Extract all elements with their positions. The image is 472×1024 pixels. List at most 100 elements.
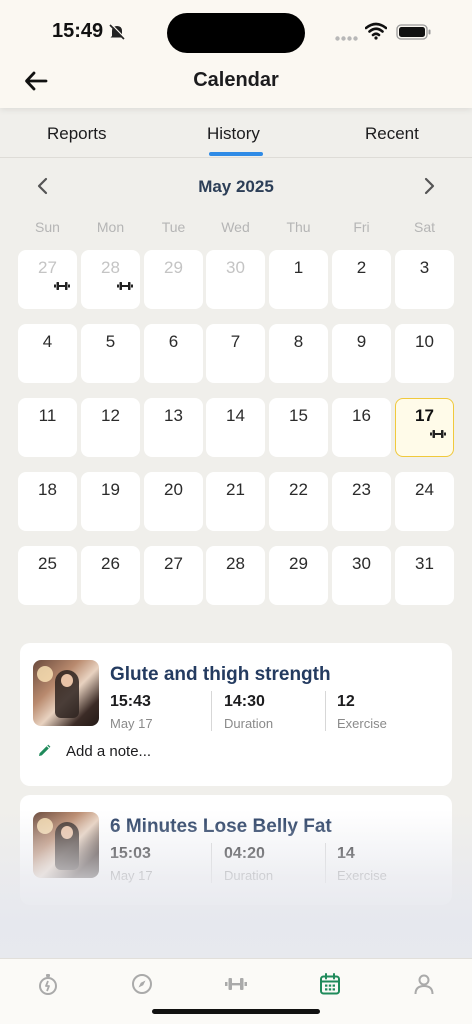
calendar-day[interactable]: 15 bbox=[269, 398, 328, 457]
calendar-day[interactable]: 5 bbox=[81, 324, 140, 383]
weekday-label: Fri bbox=[353, 219, 370, 235]
header: 15:49 Calendar bbox=[0, 0, 472, 108]
day-number: 1 bbox=[293, 258, 304, 277]
workout-time: 15:03 bbox=[110, 845, 151, 862]
workout-card[interactable]: Glute and thigh strength 15:43 May 17 14… bbox=[20, 643, 452, 786]
day-number: 30 bbox=[226, 258, 245, 277]
calendar-day[interactable]: 10 bbox=[395, 324, 454, 383]
day-number: 8 bbox=[293, 332, 304, 351]
calendar-day[interactable]: 23 bbox=[332, 472, 391, 531]
day-number: 27 bbox=[164, 554, 183, 573]
calendar-day[interactable]: 28 bbox=[81, 250, 140, 309]
calendar-day[interactable]: 2 bbox=[332, 250, 391, 309]
calendar-day[interactable]: 19 bbox=[81, 472, 140, 531]
calendar-day[interactable]: 1 bbox=[269, 250, 328, 309]
tab-bar: Reports History Recent bbox=[0, 108, 472, 158]
calendar-day[interactable]: 25 bbox=[18, 546, 77, 605]
wifi-icon bbox=[365, 22, 387, 40]
bottom-nav bbox=[0, 958, 472, 1024]
stopwatch-icon[interactable] bbox=[36, 972, 60, 996]
calendar-day[interactable]: 29 bbox=[144, 250, 203, 309]
bell-slash-icon bbox=[109, 23, 126, 40]
dumbbell-icon bbox=[430, 430, 446, 438]
calendar-day[interactable]: 31 bbox=[395, 546, 454, 605]
day-number: 7 bbox=[230, 332, 241, 351]
workout-title: 6 Minutes Lose Belly Fat bbox=[110, 816, 332, 837]
calendar-day[interactable]: 7 bbox=[206, 324, 265, 383]
day-number: 30 bbox=[352, 554, 371, 573]
page-title: Calendar bbox=[193, 69, 279, 91]
stat-divider bbox=[211, 691, 212, 731]
month-label: May 2025 bbox=[198, 177, 274, 196]
calendar-day[interactable]: 16 bbox=[332, 398, 391, 457]
weekday-label: Wed bbox=[221, 219, 250, 235]
day-number: 15 bbox=[289, 406, 308, 425]
weekday-label: Sat bbox=[413, 219, 435, 235]
calendar-day[interactable]: 21 bbox=[206, 472, 265, 531]
tab-recent[interactable]: Recent bbox=[365, 124, 419, 144]
exercise-count: 14 bbox=[337, 845, 355, 862]
day-number: 5 bbox=[105, 332, 116, 351]
calendar-day[interactable]: 29 bbox=[269, 546, 328, 605]
thumbnail-light bbox=[37, 666, 53, 682]
calendar-day[interactable]: 20 bbox=[144, 472, 203, 531]
calendar-day[interactable]: 27 bbox=[144, 546, 203, 605]
day-number: 18 bbox=[38, 480, 57, 499]
workout-duration: 14:30 bbox=[224, 693, 265, 710]
calendar-day[interactable]: 12 bbox=[81, 398, 140, 457]
add-note-button[interactable]: Add a note... bbox=[66, 743, 151, 760]
day-number: 20 bbox=[164, 480, 183, 499]
calendar-day[interactable]: 14 bbox=[206, 398, 265, 457]
workout-thumbnail bbox=[33, 660, 99, 726]
day-number: 4 bbox=[42, 332, 53, 351]
stat-divider bbox=[325, 691, 326, 731]
calendar-day[interactable]: 30 bbox=[206, 250, 265, 309]
calendar-day[interactable]: 4 bbox=[18, 324, 77, 383]
dumbbell-icon[interactable] bbox=[224, 972, 248, 996]
stat-divider bbox=[211, 843, 212, 883]
day-number: 16 bbox=[352, 406, 371, 425]
calendar-day[interactable]: 9 bbox=[332, 324, 391, 383]
workout-thumbnail bbox=[33, 812, 99, 878]
day-number: 28 bbox=[101, 258, 120, 277]
dumbbell-icon bbox=[54, 282, 70, 290]
calendar-day[interactable]: 28 bbox=[206, 546, 265, 605]
workout-date: May 17 bbox=[110, 868, 153, 883]
day-number: 24 bbox=[415, 480, 434, 499]
day-number: 27 bbox=[38, 258, 57, 277]
stat-divider bbox=[325, 843, 326, 883]
weekday-label: Tue bbox=[161, 219, 186, 235]
thumbnail-face bbox=[61, 674, 73, 687]
tab-history[interactable]: History bbox=[207, 124, 260, 144]
day-number: 2 bbox=[356, 258, 367, 277]
calendar-day[interactable]: 18 bbox=[18, 472, 77, 531]
calendar-day[interactable]: 22 bbox=[269, 472, 328, 531]
compass-icon[interactable] bbox=[130, 972, 154, 996]
tab-reports[interactable]: Reports bbox=[47, 124, 107, 144]
day-number: 6 bbox=[168, 332, 179, 351]
workout-time: 15:43 bbox=[110, 693, 151, 710]
calendar-day[interactable]: 8 bbox=[269, 324, 328, 383]
calendar-day[interactable]: 24 bbox=[395, 472, 454, 531]
day-number: 25 bbox=[38, 554, 57, 573]
exercise-label: Exercise bbox=[337, 868, 387, 883]
workout-card[interactable]: 6 Minutes Lose Belly Fat 15:03 May 17 04… bbox=[20, 795, 452, 905]
calendar-day[interactable]: 11 bbox=[18, 398, 77, 457]
calendar-day[interactable]: 3 bbox=[395, 250, 454, 309]
calendar-day[interactable]: 30 bbox=[332, 546, 391, 605]
calendar-day-today[interactable]: 17 bbox=[395, 398, 454, 457]
profile-icon[interactable] bbox=[412, 972, 436, 996]
calendar-day[interactable]: 26 bbox=[81, 546, 140, 605]
weekday-label: Thu bbox=[286, 219, 311, 235]
thumbnail-light bbox=[37, 818, 53, 834]
calendar-day[interactable]: 27 bbox=[18, 250, 77, 309]
calendar-icon[interactable] bbox=[318, 972, 342, 996]
calendar-day[interactable]: 6 bbox=[144, 324, 203, 383]
battery-icon bbox=[396, 24, 431, 40]
exercise-count: 12 bbox=[337, 693, 355, 710]
chevron-right-icon[interactable] bbox=[422, 177, 436, 195]
pencil-icon[interactable] bbox=[37, 744, 51, 758]
calendar-day[interactable]: 13 bbox=[144, 398, 203, 457]
day-number: 29 bbox=[164, 258, 183, 277]
day-number: 9 bbox=[356, 332, 367, 351]
